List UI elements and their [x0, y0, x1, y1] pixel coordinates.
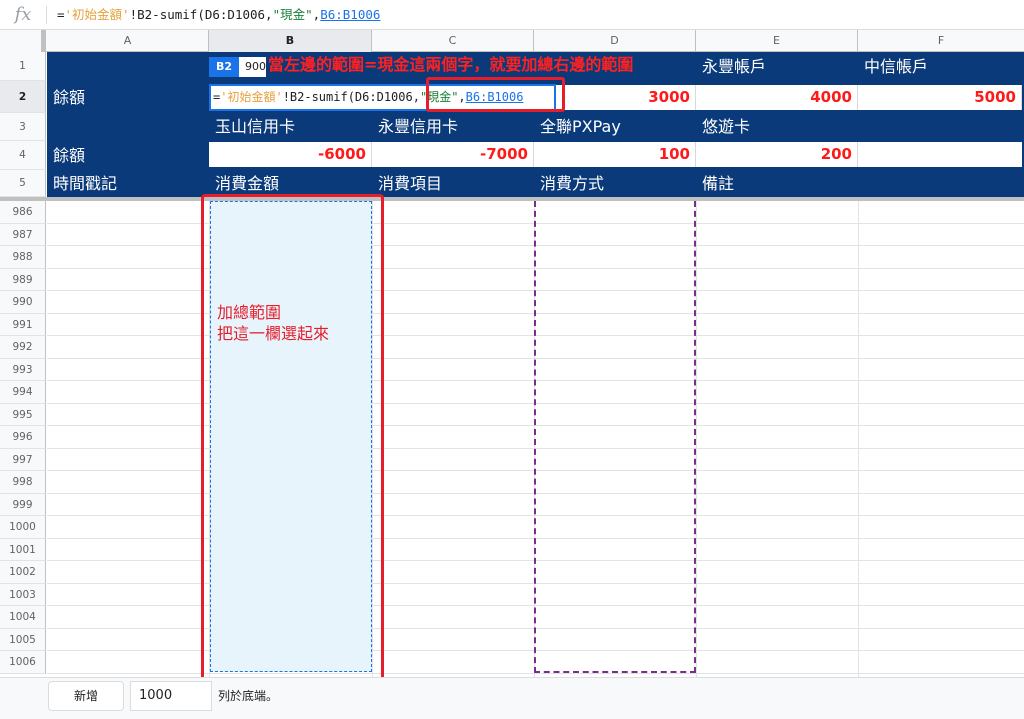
row-header-992[interactable]: 992	[0, 336, 46, 359]
formula-part-sheet: '初始金額'	[64, 7, 130, 22]
formula-part-criteria: "現金"	[272, 7, 313, 22]
row-header-2[interactable]: 2	[0, 81, 46, 113]
cell-b4[interactable]: -6000	[209, 142, 372, 167]
column-header-f[interactable]: F	[858, 30, 1024, 52]
cell-d3[interactable]: 全聯PXPay	[534, 112, 696, 141]
row-header-1005[interactable]: 1005	[0, 628, 46, 651]
select-all-corner[interactable]	[0, 30, 46, 52]
freeze-divider[interactable]	[0, 197, 1024, 201]
column-header-c[interactable]: C	[372, 30, 534, 52]
sum-range-callout-box	[201, 194, 384, 684]
row-header-997[interactable]: 997	[0, 448, 46, 471]
row-header-4[interactable]: 4	[0, 141, 46, 170]
cell-f4[interactable]	[858, 142, 1022, 167]
edit-part-sumif: !B2-sumif(D6:D1006,	[282, 90, 420, 104]
row-header-993[interactable]: 993	[0, 358, 46, 381]
row-header-989[interactable]: 989	[0, 268, 46, 291]
add-rows-button[interactable]: 新增	[48, 681, 124, 711]
cell-a5[interactable]: 時間戳記	[47, 169, 209, 198]
criteria-range-selection	[534, 201, 696, 673]
cell-e3[interactable]: 悠遊卡	[696, 112, 858, 141]
cell-f2[interactable]: 5000	[858, 85, 1022, 110]
row-header-1006[interactable]: 1006	[0, 651, 46, 674]
column-header-e[interactable]: E	[696, 30, 858, 52]
cell-b3[interactable]: 玉山信用卡	[209, 112, 372, 141]
note-line-1: 加總範圍	[217, 303, 282, 322]
note-line-2: 把這一欄選起來	[217, 324, 330, 343]
rows-count-input[interactable]: 1000	[130, 681, 212, 711]
row-header-988[interactable]: 988	[0, 246, 46, 269]
row-header-1[interactable]: 1	[0, 52, 46, 81]
row-header-1003[interactable]: 1003	[0, 583, 46, 606]
sum-range-note: 加總範圍 把這一欄選起來	[217, 302, 329, 344]
cell-a4[interactable]: 餘額	[47, 141, 209, 170]
formula-input[interactable]: ='初始金額'!B2-sumif(D6:D1006,"現金",B6:B1006	[57, 6, 380, 24]
formula-bar-divider	[46, 6, 47, 24]
criteria-callout-box	[426, 77, 565, 112]
row-header-5[interactable]: 5	[0, 170, 46, 197]
row-header-3[interactable]: 3	[0, 113, 46, 141]
edit-part-sheet: '初始金額'	[220, 90, 283, 104]
row-header-1001[interactable]: 1001	[0, 538, 46, 561]
cell-e5[interactable]: 備註	[696, 169, 858, 198]
cell-a2[interactable]: 餘額	[47, 83, 209, 112]
cell-e1[interactable]: 永豐帳戶	[696, 52, 858, 81]
row-header-994[interactable]: 994	[0, 381, 46, 404]
cell-d4[interactable]: 100	[534, 142, 696, 167]
top-annotation: 當左邊的範圍=現金這兩個字，就要加總右邊的範圍	[266, 53, 636, 77]
row-header-995[interactable]: 995	[0, 403, 46, 426]
formula-part-sum-range: B6:B1006	[320, 7, 381, 22]
row-header-1002[interactable]: 1002	[0, 561, 46, 584]
formula-part-equals: =	[57, 7, 65, 22]
row-header-999[interactable]: 999	[0, 493, 46, 516]
add-rows-suffix: 列於底端。	[218, 689, 279, 703]
formula-bar: fx ='初始金額'!B2-sumif(D6:D1006,"現金",B6:B10…	[0, 0, 1024, 30]
cell-d5[interactable]: 消費方式	[534, 169, 696, 198]
column-header-b[interactable]: B	[209, 30, 372, 52]
row-header-986[interactable]: 986	[0, 201, 46, 224]
cell-e4[interactable]: 200	[696, 142, 858, 167]
row-header-998[interactable]: 998	[0, 471, 46, 494]
cell-c4[interactable]: -7000	[372, 142, 534, 167]
cell-c3[interactable]: 永豐信用卡	[372, 112, 534, 141]
cell-c5[interactable]: 消費項目	[372, 169, 534, 198]
column-header-d[interactable]: D	[534, 30, 696, 52]
column-header-bar: A B C D E F	[0, 30, 1024, 52]
row-header-996[interactable]: 996	[0, 426, 46, 449]
row-header-990[interactable]: 990	[0, 291, 46, 314]
row-header-991[interactable]: 991	[0, 313, 46, 336]
formula-part-sumif: !B2-sumif(D6:D1006,	[129, 7, 273, 22]
cell-e2[interactable]: 4000	[696, 85, 858, 110]
fx-icon: fx	[14, 4, 32, 25]
column-header-a[interactable]: A	[47, 30, 209, 52]
row-header-987[interactable]: 987	[0, 223, 46, 246]
cell-name-tag: B2	[209, 57, 239, 77]
cell-f1[interactable]: 中信帳戶	[858, 52, 1024, 81]
row-header-1004[interactable]: 1004	[0, 606, 46, 629]
row-header-1000[interactable]: 1000	[0, 516, 46, 539]
